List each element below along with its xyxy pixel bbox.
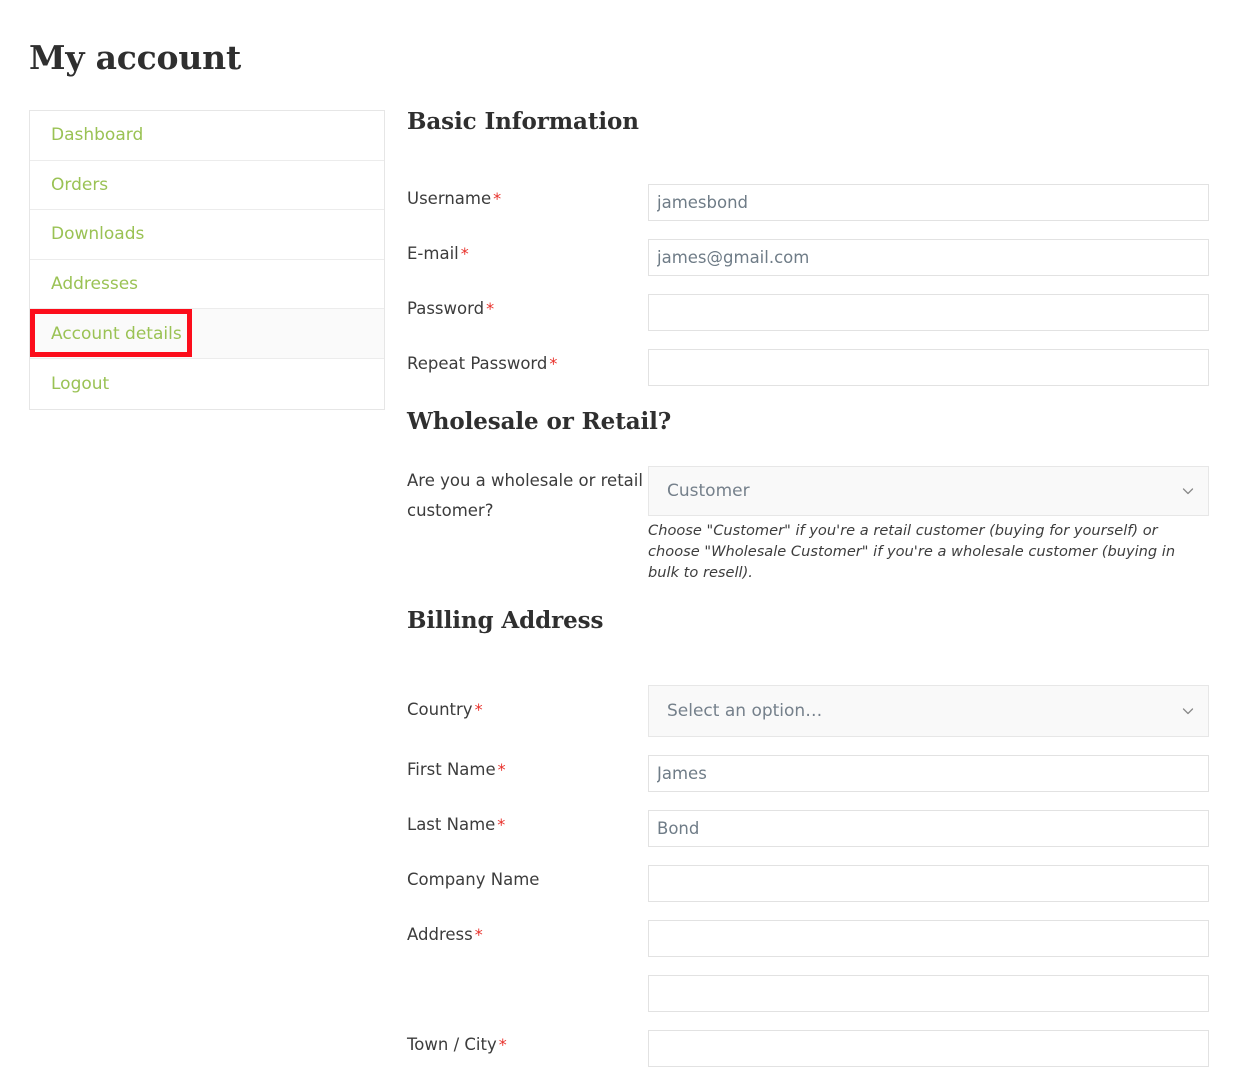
email-input[interactable] [648,239,1209,276]
sidebar-link-dashboard[interactable]: Dashboard [51,125,143,145]
customer-type-select[interactable]: Customer [648,466,1209,516]
required-indicator-country: * [473,700,483,719]
label-email: E-mail* [407,239,648,268]
chevron-down-icon [1182,485,1194,497]
my-account-page: My account Dashboard Orders Downloads Ad… [0,0,1250,1049]
label-company-name: Company Name [407,865,648,894]
label-email-text: E-mail [407,244,459,263]
label-company-name-text: Company Name [407,870,539,889]
page-title: My account [29,38,241,78]
label-username: Username* [407,184,648,213]
label-address: Address* [407,920,648,949]
required-indicator-company-name [539,870,541,889]
address-line-2-input[interactable] [648,975,1209,1012]
field-row-last-name: Last Name* [407,810,1210,847]
control-repeat-password [648,349,1210,386]
required-indicator-password: * [484,299,494,318]
customer-type-selected-value: Customer [667,481,750,501]
sidebar-link-addresses[interactable]: Addresses [51,274,138,294]
sidebar-item-dashboard[interactable]: Dashboard [30,111,384,161]
repeat-password-input[interactable] [648,349,1209,386]
label-country: Country* [407,685,648,735]
required-indicator-repeat-password: * [547,354,557,373]
field-row-country: Country* Select an option… [407,685,1210,737]
label-town-city: Town / City* [407,1030,648,1059]
label-town-city-text: Town / City [407,1035,497,1054]
customer-type-help-text: Choose "Customer" if you're a retail cus… [648,520,1203,583]
field-row-first-name: First Name* [407,755,1210,792]
control-first-name [648,755,1210,792]
required-indicator-address: * [473,925,483,944]
label-password: Password* [407,294,648,323]
sidebar-link-logout[interactable]: Logout [51,374,109,394]
label-last-name: Last Name* [407,810,648,839]
control-last-name [648,810,1210,847]
section-heading-wholesale-or-retail: Wholesale or Retail? [407,408,1210,436]
company-name-input[interactable] [648,865,1209,902]
label-last-name-text: Last Name [407,815,495,834]
control-password [648,294,1210,331]
label-username-text: Username [407,189,491,208]
label-customer-type: Are you a wholesale or retail customer? [407,466,648,526]
field-row-customer-type: Are you a wholesale or retail customer? … [407,466,1210,583]
field-row-repeat-password: Repeat Password* [407,349,1210,386]
control-company-name [648,865,1210,902]
field-row-password: Password* [407,294,1210,331]
sidebar-item-logout[interactable]: Logout [30,359,384,409]
field-row-company-name: Company Name [407,865,1210,902]
field-row-username: Username* [407,184,1210,221]
required-indicator-username: * [491,189,501,208]
username-input[interactable] [648,184,1209,221]
field-row-email: E-mail* [407,239,1210,276]
account-details-form: Basic Information Username* E-mail* Pass… [407,108,1210,1067]
control-country: Select an option… [648,685,1210,737]
label-first-name-text: First Name [407,760,496,779]
label-first-name: First Name* [407,755,648,784]
control-address-line-1 [648,920,1210,957]
field-row-address-line-2 [407,975,1210,1012]
chevron-down-icon [1182,705,1194,717]
password-input[interactable] [648,294,1209,331]
control-address-line-2 [648,975,1210,1012]
sidebar-link-account-details[interactable]: Account details [51,324,182,344]
account-navigation: Dashboard Orders Downloads Addresses Acc… [29,110,385,410]
control-email [648,239,1210,276]
required-indicator-first-name: * [496,760,506,779]
required-indicator-last-name: * [495,815,505,834]
label-repeat-password-text: Repeat Password [407,354,547,373]
address-line-1-input[interactable] [648,920,1209,957]
label-password-text: Password [407,299,484,318]
section-heading-basic-information: Basic Information [407,108,1210,136]
last-name-input[interactable] [648,810,1209,847]
field-row-address-line-1: Address* [407,920,1210,957]
sidebar-item-addresses[interactable]: Addresses [30,260,384,310]
country-select[interactable]: Select an option… [648,685,1209,737]
label-country-text: Country [407,700,473,719]
label-repeat-password: Repeat Password* [407,349,648,378]
first-name-input[interactable] [648,755,1209,792]
control-username [648,184,1210,221]
sidebar-item-downloads[interactable]: Downloads [30,210,384,260]
country-selected-value: Select an option… [667,701,822,721]
required-indicator-email: * [459,244,469,263]
sidebar-item-account-details[interactable]: Account details [30,309,384,359]
section-heading-billing-address: Billing Address [407,607,1210,635]
sidebar-link-orders[interactable]: Orders [51,175,108,195]
sidebar-item-orders[interactable]: Orders [30,161,384,211]
required-indicator-town-city: * [497,1035,507,1054]
sidebar-link-downloads[interactable]: Downloads [51,224,144,244]
control-customer-type: Customer Choose "Customer" if you're a r… [648,466,1210,583]
label-address-text: Address [407,925,473,944]
